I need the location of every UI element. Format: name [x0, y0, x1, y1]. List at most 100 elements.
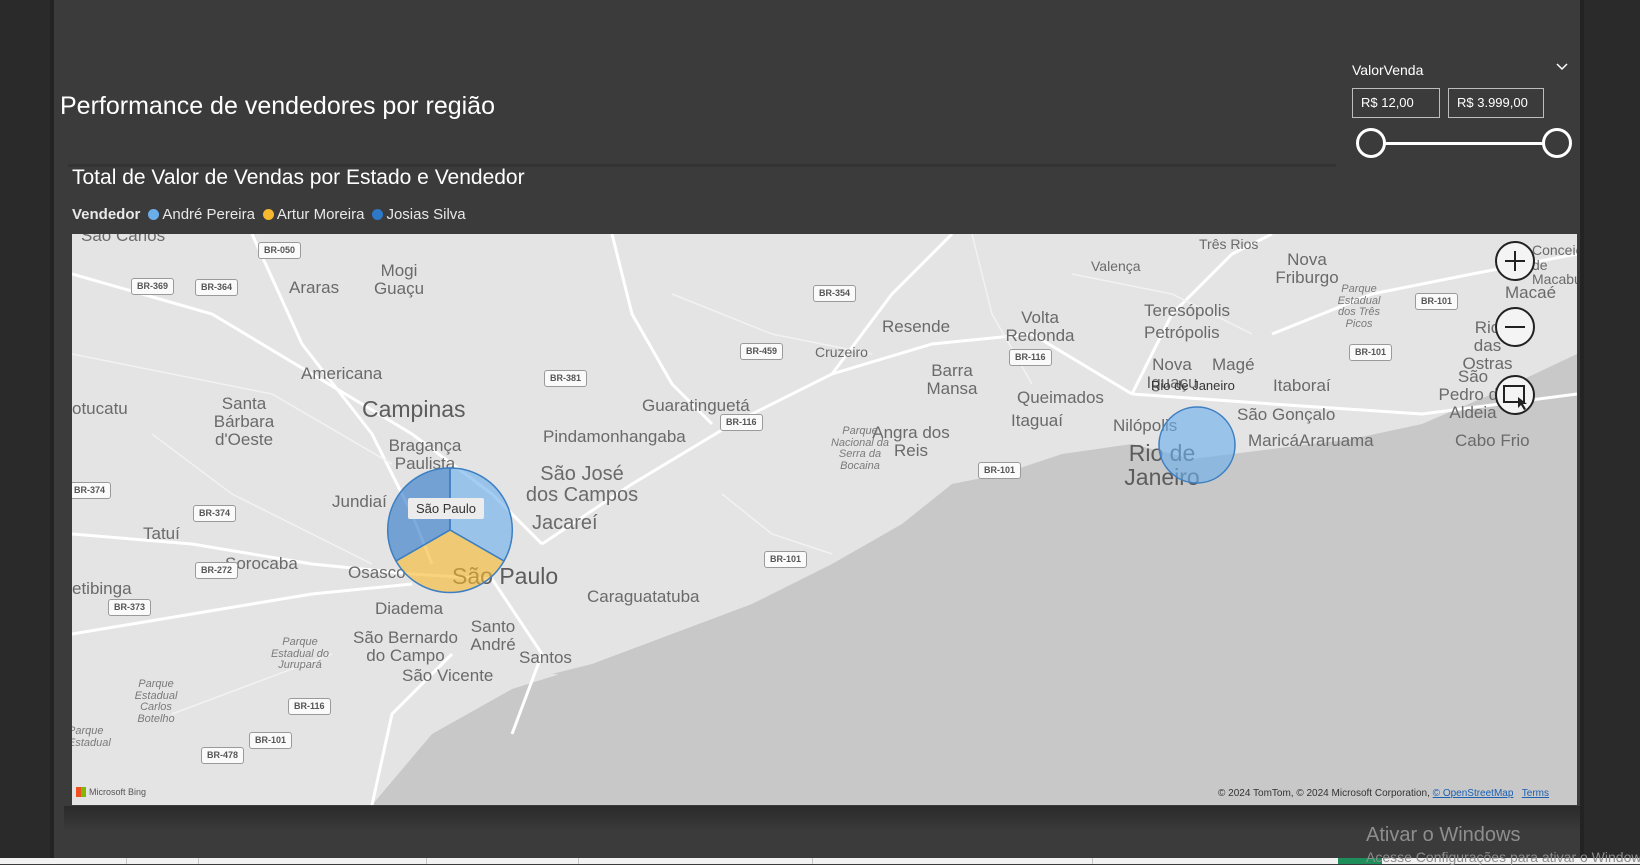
road-shield: BR-374	[72, 482, 112, 499]
page-title: Performance de vendedores por região	[60, 92, 495, 120]
right-panel-bar	[1584, 0, 1640, 864]
legend-item-josias[interactable]: Josias Silva	[372, 206, 466, 223]
left-panel-bar	[0, 0, 50, 864]
map-label: São Vicente	[402, 666, 494, 685]
zoom-in-button[interactable]	[1495, 241, 1535, 281]
chevron-down-icon[interactable]	[1553, 58, 1571, 76]
map-label: Cabo Frio	[1455, 431, 1530, 450]
map-label: Resende	[882, 317, 951, 336]
road-shield: BR-050	[258, 242, 302, 259]
map-label: Parque Estadual do Jurupará	[270, 636, 330, 672]
map-label: Cruzeiro	[815, 344, 868, 360]
map-label: Tatuí	[143, 524, 180, 543]
map-label: Santo André	[470, 617, 516, 654]
right-panel-edge	[1580, 0, 1584, 864]
slicer-max-input[interactable]: R$ 3.999,00	[1448, 88, 1544, 118]
map-label: Parque Estadual dos Três Picos	[1337, 283, 1381, 330]
map-label: São Gonçalo	[1237, 405, 1336, 424]
tooltip-sao-paulo: São Paulo	[408, 498, 484, 519]
road-shield: BR-101	[249, 732, 293, 749]
map-canvas[interactable]: São Carlos Mogi Guaçu Araras Americana C…	[72, 234, 1577, 805]
bubble-sao-paulo[interactable]	[386, 467, 514, 594]
tooltip-rio: Rio de Janeiro	[1151, 378, 1235, 393]
legend-dot	[372, 209, 384, 220]
map-label: Guaratinguetá	[642, 396, 750, 415]
map-label: Santos	[519, 648, 572, 667]
map-label: São José dos Campos	[525, 463, 639, 506]
map-label: Maricá	[1248, 431, 1300, 450]
map-select-button[interactable]	[1495, 375, 1535, 415]
road-shield: BR-101	[1349, 344, 1393, 361]
map-attribution: © 2024 TomTom, © 2024 Microsoft Corporat…	[1218, 788, 1549, 799]
road-shield: BR-116	[288, 698, 331, 715]
map-label: Três Rios	[1199, 236, 1259, 252]
legend-item-andre[interactable]: André Pereira	[148, 206, 255, 223]
road-shield: BR-101	[978, 462, 1022, 479]
visual-shadow	[64, 806, 1580, 832]
map-label: Conceição de Macabu	[1532, 242, 1577, 288]
attribution-text: © 2024 TomTom, © 2024 Microsoft Corporat…	[1218, 788, 1430, 799]
map-select-icon	[1503, 385, 1527, 410]
map-label: Santa Bárbara d'Oeste	[213, 394, 275, 449]
map-label: São Bernardo do Campo	[353, 628, 458, 665]
map-label: Petrópolis	[1144, 323, 1220, 342]
bing-logo-text: Microsoft Bing	[89, 787, 147, 797]
map-label: Pindamonhangaba	[543, 427, 686, 446]
road-shield: BR-272	[195, 562, 239, 579]
map-label: Mogi Guaçu	[373, 261, 425, 298]
openstreetmap-link[interactable]: © OpenStreetMap	[1433, 788, 1514, 799]
bing-logo-icon	[76, 787, 86, 797]
map-label: Volta Redonda	[1005, 308, 1075, 345]
legend-label: Artur Moreira	[276, 206, 365, 223]
map-label: Campinas	[362, 396, 466, 422]
road-shield: BR-381	[544, 370, 588, 387]
road-shield: BR-373	[108, 599, 152, 616]
legend-label: Josias Silva	[386, 206, 466, 223]
map-label: São Carlos	[81, 234, 166, 245]
legend-dot	[262, 209, 274, 220]
bubble-rio-de-janeiro[interactable]	[1158, 406, 1236, 484]
map-label: Itaguaí	[1011, 411, 1063, 430]
map-label: Parque Estadual	[72, 725, 111, 749]
map-label: Jundiaí	[332, 492, 387, 511]
road-shield: BR-101	[1415, 293, 1459, 310]
slicer-min-input[interactable]: R$ 12,00	[1352, 88, 1440, 118]
legend: Vendedor André Pereira Artur Moreira Jos…	[72, 206, 474, 223]
map-label: Americana	[301, 364, 383, 383]
map-label: Barra Mansa	[926, 361, 978, 398]
left-panel-edge	[50, 0, 54, 864]
legend-title: Vendedor	[72, 206, 141, 223]
legend-item-artur[interactable]: Artur Moreira	[262, 206, 365, 223]
map-label: Parque Nacional da Serra da Bocaina	[830, 425, 890, 472]
map-label: Jacareí	[532, 512, 598, 534]
map-label: Araruama	[1299, 431, 1374, 450]
plus-icon	[1505, 251, 1525, 271]
map-label: Araras	[289, 278, 340, 297]
map-label: otucatu	[72, 399, 128, 418]
zoom-out-button[interactable]	[1495, 307, 1535, 347]
slider-max-handle[interactable]	[1542, 128, 1572, 158]
windows-activation-title: Ativar o Windows	[1366, 824, 1521, 846]
map-label: Queimados	[1017, 388, 1104, 407]
road-shield: BR-374	[193, 505, 237, 522]
windows-activation-subtitle: Acesse Configurações para ativar o Windo…	[1366, 849, 1640, 865]
map-label: Caraguatatuba	[587, 587, 700, 606]
legend-dot	[148, 209, 160, 220]
slider-min-handle[interactable]	[1356, 128, 1386, 158]
map-label: Nova Friburgo	[1275, 250, 1339, 287]
map-label: Diadema	[375, 599, 444, 618]
slicer-title: ValorVenda	[1352, 62, 1424, 78]
map-label: etibinga	[72, 579, 132, 598]
map-label: Osasco	[348, 563, 406, 582]
map-label: Parque Estadual Carlos Botelho	[134, 678, 178, 725]
visual-title: Total de Valor de Vendas por Estado e Ve…	[72, 166, 525, 189]
road-shield: BR-116	[1009, 349, 1052, 366]
slider-track[interactable]	[1371, 142, 1558, 145]
road-shield: BR-116	[720, 414, 763, 431]
map-label: Magé	[1212, 355, 1255, 374]
map-label: Valença	[1091, 258, 1141, 274]
road-shield: BR-369	[131, 278, 175, 295]
terms-link[interactable]: Terms	[1522, 788, 1549, 799]
road-shield: BR-101	[764, 551, 808, 568]
road-shield: BR-459	[740, 343, 784, 360]
